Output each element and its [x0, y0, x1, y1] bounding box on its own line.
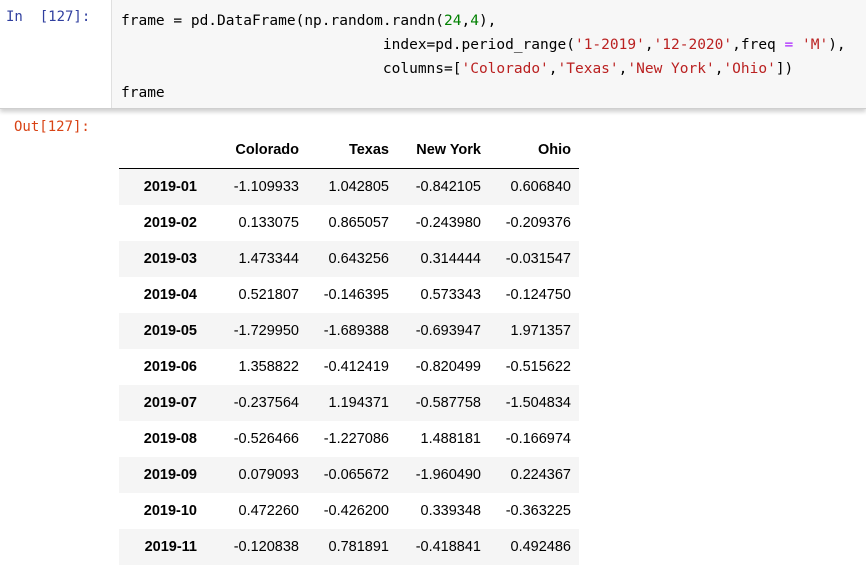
row-index: 2019-06	[143, 359, 197, 375]
code-editor[interactable]: frame = pd.DataFrame(np.random.randn(24,…	[111, 0, 866, 108]
table-row: 2019-03 1.473344 0.643256 0.314444 -0.03…	[119, 241, 579, 277]
table-cell: -0.693947	[415, 323, 481, 339]
code-line-4: frame	[121, 85, 165, 101]
table-cell: -1.109933	[233, 179, 299, 195]
table-cell: -0.515622	[505, 359, 571, 375]
row-index: 2019-05	[143, 323, 197, 339]
table-cell: 0.472260	[238, 503, 299, 519]
table-cell: -0.209376	[505, 215, 571, 231]
table-header-row: Colorado Texas New York Ohio	[119, 132, 579, 169]
table-cell: 0.224367	[510, 467, 571, 483]
row-index: 2019-01	[143, 179, 197, 195]
table-cell: 0.643256	[328, 251, 389, 267]
code-text: frame = pd.DataFrame(np.random.randn(24,…	[112, 0, 866, 105]
row-index: 2019-04	[143, 287, 197, 303]
table-cell: -0.124750	[505, 287, 571, 303]
table-cell: 0.492486	[510, 539, 571, 555]
table-cell: -0.820499	[415, 359, 481, 375]
code-line-1: frame = pd.DataFrame(np.random.randn(24,…	[121, 13, 497, 29]
table-cell: 0.781891	[328, 539, 389, 555]
table-cell: -0.426200	[323, 503, 389, 519]
table-cell: 1.194371	[328, 395, 389, 411]
table-cell: 0.573343	[420, 287, 481, 303]
table-row: 2019-04 0.521807 -0.146395 0.573343 -0.1…	[119, 277, 579, 313]
table-row: 2019-05 -1.729950 -1.689388 -0.693947 1.…	[119, 313, 579, 349]
table-cell: -0.237564	[233, 395, 299, 411]
row-index: 2019-08	[143, 431, 197, 447]
input-prompt: In [127]:	[6, 9, 91, 25]
table-cell: -0.363225	[505, 503, 571, 519]
row-index: 2019-09	[143, 467, 197, 483]
output-prompt: Out[127]:	[14, 119, 90, 135]
table-cell: -0.166974	[505, 431, 571, 447]
table-row: 2019-11 -0.120838 0.781891 -0.418841 0.4…	[119, 529, 579, 565]
table-cell: 0.865057	[328, 215, 389, 231]
table-cell: -1.227086	[323, 431, 389, 447]
row-index: 2019-02	[143, 215, 197, 231]
table-cell: -1.689388	[323, 323, 389, 339]
column-header-ohio: Ohio	[489, 132, 579, 169]
table-cell: 0.339348	[420, 503, 481, 519]
column-header-colorado: Colorado	[205, 132, 307, 169]
row-index: 2019-10	[143, 503, 197, 519]
table-cell: -1.729950	[233, 323, 299, 339]
table-cell: -1.504834	[505, 395, 571, 411]
row-index: 2019-07	[143, 395, 197, 411]
row-index: 2019-11	[144, 539, 197, 555]
table-cell: -0.031547	[505, 251, 571, 267]
table-cell: 1.971357	[510, 323, 571, 339]
table-cell: -0.243980	[415, 215, 481, 231]
table-cell: 1.042805	[328, 179, 389, 195]
table-cell: -0.065672	[323, 467, 389, 483]
table-cell: 1.358822	[238, 359, 299, 375]
table-cell: -0.146395	[323, 287, 389, 303]
table-row: 2019-07 -0.237564 1.194371 -0.587758 -1.…	[119, 385, 579, 421]
code-line-3: columns=['Colorado','Texas','New York','…	[382, 61, 794, 77]
row-index: 2019-03	[143, 251, 197, 267]
code-line-2: index=pd.period_range('1-2019','12-2020'…	[382, 37, 846, 53]
table-cell: -0.412419	[323, 359, 389, 375]
table-row: 2019-02 0.133075 0.865057 -0.243980 -0.2…	[119, 205, 579, 241]
table-cell: -0.418841	[415, 539, 481, 555]
table-cell: -0.842105	[415, 179, 481, 195]
dataframe-table: Colorado Texas New York Ohio 2019-01 -1.…	[119, 132, 579, 565]
table-cell: 1.488181	[420, 431, 481, 447]
input-cell[interactable]: In [127]: frame = pd.DataFrame(np.random…	[0, 0, 866, 109]
table-cell: -0.120838	[233, 539, 299, 555]
table-cell: -0.526466	[233, 431, 299, 447]
column-header-texas: Texas	[307, 132, 397, 169]
table-row: 2019-09 0.079093 -0.065672 -1.960490 0.2…	[119, 457, 579, 493]
table-cell: -0.587758	[415, 395, 481, 411]
table-cell: 0.314444	[420, 251, 481, 267]
table-cell: 0.606840	[510, 179, 571, 195]
column-header-new-york: New York	[397, 132, 489, 169]
table-cell: 0.133075	[238, 215, 299, 231]
table-row: 2019-10 0.472260 -0.426200 0.339348 -0.3…	[119, 493, 579, 529]
table-cell: 0.521807	[238, 287, 299, 303]
table-row: 2019-01 -1.109933 1.042805 -0.842105 0.6…	[119, 168, 579, 205]
index-header	[119, 132, 205, 169]
table-row: 2019-08 -0.526466 -1.227086 1.488181 -0.…	[119, 421, 579, 457]
table-cell: 1.473344	[238, 251, 299, 267]
table-cell: 0.079093	[238, 467, 299, 483]
table-cell: -1.960490	[415, 467, 481, 483]
table-row: 2019-06 1.358822 -0.412419 -0.820499 -0.…	[119, 349, 579, 385]
